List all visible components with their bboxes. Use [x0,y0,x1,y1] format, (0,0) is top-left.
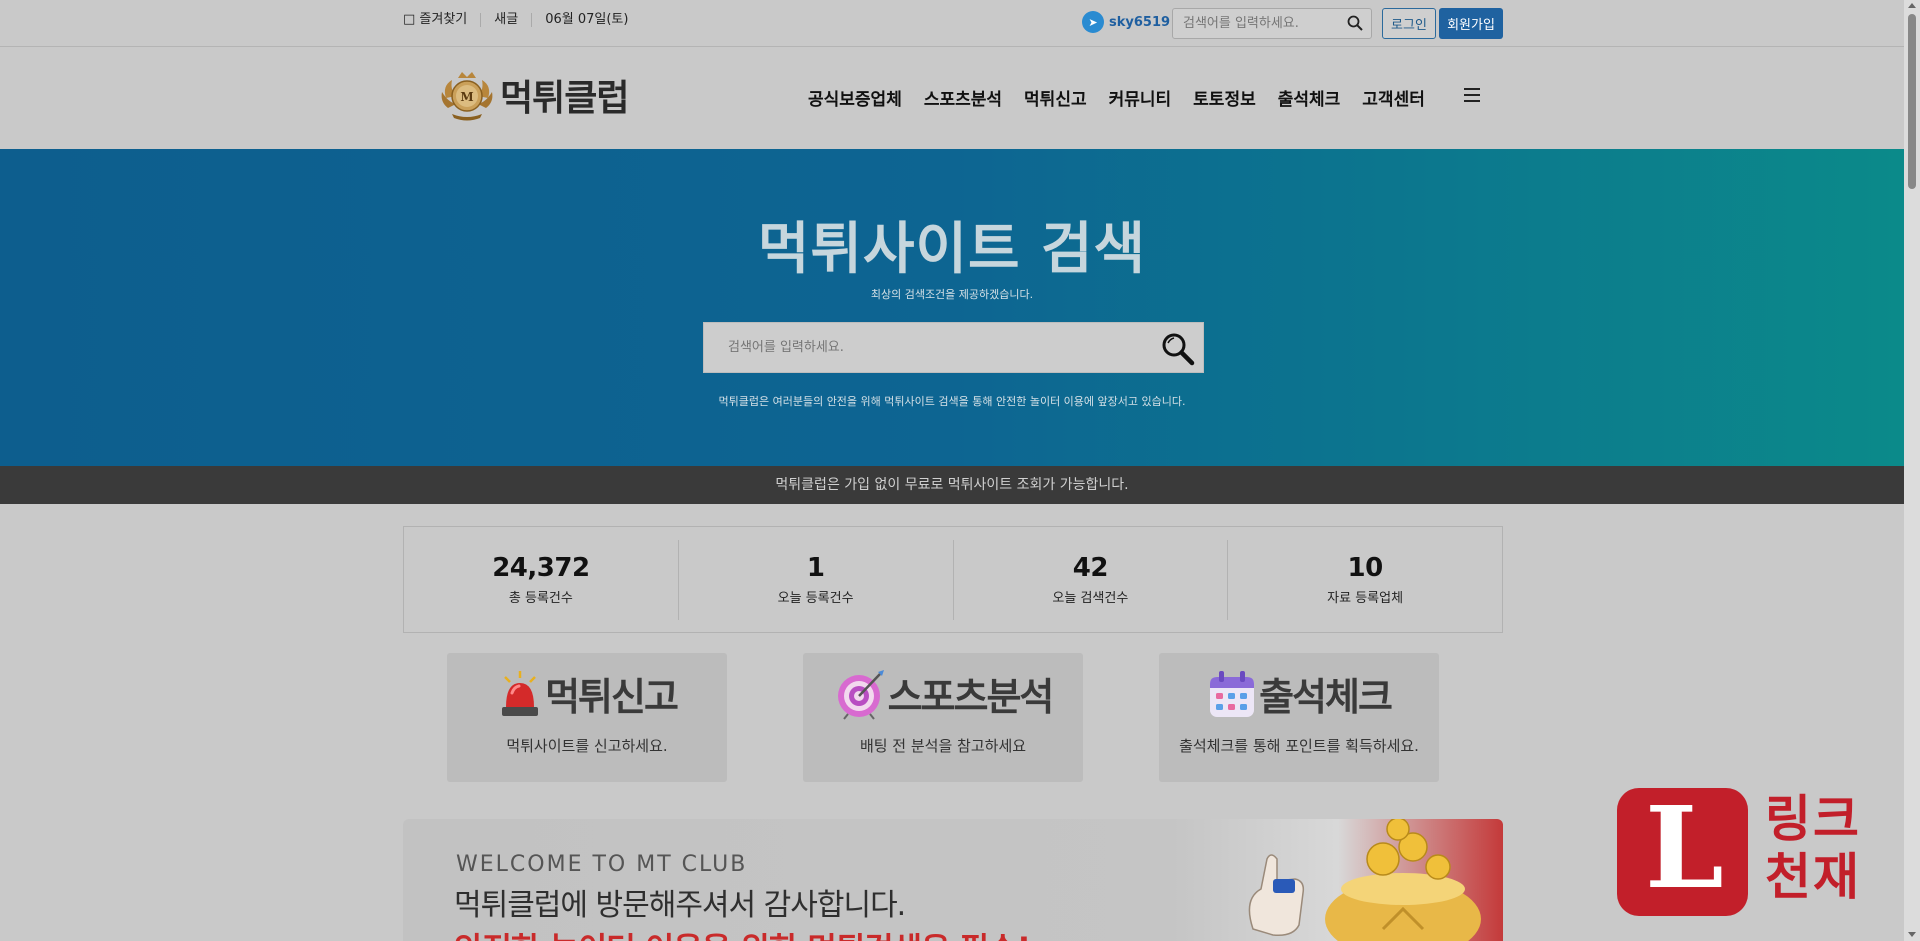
thumbs-up-trophy-icon [1248,819,1481,941]
card-desc: 먹튀사이트를 신고하세요. [506,737,668,755]
card-head: 먹튀신고 [447,666,727,721]
current-date: 06월 07일(토) [531,13,641,27]
top-search-input[interactable] [1173,9,1333,38]
top-utility-bar: □ 즐겨찾기 새글 06월 07일(토) ➤ sky6519 로그인 회원가입 [0,0,1904,47]
stats-panel: 24,372 총 등록건수 1 오늘 등록건수 42 오늘 검색건수 10 자료… [403,526,1503,633]
page-scrollbar[interactable] [1904,0,1920,941]
scroll-up-arrow-icon[interactable] [1908,3,1916,8]
telegram-icon: ➤ [1082,11,1104,33]
login-button[interactable]: 로그인 [1382,8,1436,39]
nav-item-community[interactable]: 커뮤니티 [1109,85,1172,110]
card-title: 먹튀신고 [545,675,679,719]
hero-search-box [703,322,1204,373]
stat-label: 오늘 등록건수 [777,591,854,606]
top-search-box [1172,8,1372,39]
welcome-banner: WELCOME TO MT CLUB 먹튀클럽에 방문해주셔서 감사합니다. 안… [403,819,1503,941]
stat-value: 10 [1347,553,1384,583]
stat-label: 자료 등록업체 [1327,591,1404,606]
crown-emblem-icon: M [441,72,493,121]
siren-icon [502,670,539,716]
hero-search-section: 먹튀사이트 검색 최상의 검색조건을 제공하겠습니다. 먹튀클럽은 여러분들의 … [0,149,1904,466]
bookmark-link[interactable]: □ 즐겨찾기 [403,13,480,27]
info-band: 먹튀클럽은 가입 없이 무료로 먹튀사이트 조회가 가능합니다. [0,466,1904,504]
card-desc: 배팅 전 분석을 참고하세요 [859,737,1027,755]
hero-title: 먹튀사이트 검색 [757,217,1147,282]
nav-item-toto-info[interactable]: 토토정보 [1193,85,1256,110]
nav-item-sports[interactable]: 스포츠분석 [924,85,1002,110]
bookmark-label: 즐겨찾기 [419,12,468,27]
linkking-badge[interactable]: L 링크 천재 [1617,788,1907,918]
badge-text: 링크 천재 [1765,790,1861,906]
card-title: 스포츠분석 [887,675,1055,719]
hero-note: 먹튀클럽은 여러분들의 안전을 위해 먹튀사이트 검색을 통해 안전한 놀이터 … [718,395,1186,408]
welcome-eng: WELCOME TO MT CLUB [456,852,748,877]
card-title: 출석체크 [1259,675,1393,719]
nav-item-report[interactable]: 먹튀신고 [1024,85,1087,110]
search-icon[interactable] [1347,15,1363,35]
stat-total: 24,372 총 등록건수 [404,540,678,620]
hero-subtitle: 최상의 검색조건을 제공하겠습니다. [870,288,1034,301]
hero-search-input[interactable] [704,323,1134,372]
new-post-link[interactable]: 새글 [480,13,531,27]
stat-value: 42 [1072,553,1109,583]
card-head: 스포츠분석 [803,666,1083,721]
card-attendance[interactable]: 출석체크 출석체크를 통해 포인트를 획득하세요. [1159,653,1439,782]
stat-today-registered: 1 오늘 등록건수 [677,539,953,620]
card-sports[interactable]: 스포츠분석 배팅 전 분석을 참고하세요 [803,653,1083,782]
telegram-id: sky6519 [1109,14,1171,30]
main-nav: 공식보증업체 스포츠분석 먹튀신고 커뮤니티 토토정보 출석체크 고객센터 [808,85,1480,110]
welcome-red: 안전한 놀이터 이용을 위한 먹튀검색은 필수! [454,924,1031,941]
stat-data-companies: 10 자료 등록업체 [1227,539,1502,620]
badge-line2: 천재 [1765,848,1861,906]
nav-item-support[interactable]: 고객센터 [1362,85,1425,110]
badge-line1: 링크 [1765,790,1861,848]
top-links: □ 즐겨찾기 새글 06월 07일(토) [403,13,641,27]
logo-text: 먹튀클럽 [500,78,629,119]
badge-letter: L [1645,783,1724,914]
card-head: 출석체크 [1159,666,1439,721]
card-report[interactable]: 먹튀신고 먹튀사이트를 신고하세요. [447,653,727,782]
welcome-kor: 먹튀클럽에 방문해주셔서 감사합니다. [454,888,906,923]
stat-label: 오늘 검색건수 [1052,591,1129,606]
hamburger-menu-icon[interactable] [1464,88,1480,102]
stat-value: 24,372 [492,553,590,583]
calendar-icon [1210,670,1255,717]
scrollbar-thumb[interactable] [1908,14,1916,189]
nav-item-official[interactable]: 공식보증업체 [808,85,902,110]
join-button[interactable]: 회원가입 [1439,8,1503,39]
magnifier-icon[interactable] [1161,332,1195,370]
badge-logo: L [1617,788,1748,916]
main-header: M 먹튀클럽 공식보증업체 스포츠분석 먹튀신고 커뮤니티 토토정보 출석체크 … [0,48,1904,149]
svg-text:M: M [460,90,473,104]
scroll-down-arrow-icon[interactable] [1908,932,1916,937]
stat-today-searched: 42 오늘 검색건수 [952,539,1228,620]
card-desc: 출석체크를 통해 포인트를 획득하세요. [1179,737,1419,755]
nav-item-attendance[interactable]: 출석체크 [1278,85,1341,110]
telegram-contact[interactable]: ➤ sky6519 [1082,11,1170,33]
stat-label: 총 등록건수 [508,591,573,606]
target-icon [837,669,884,720]
site-logo[interactable]: M 먹튀클럽 [438,68,629,122]
stat-value: 1 [806,553,825,583]
